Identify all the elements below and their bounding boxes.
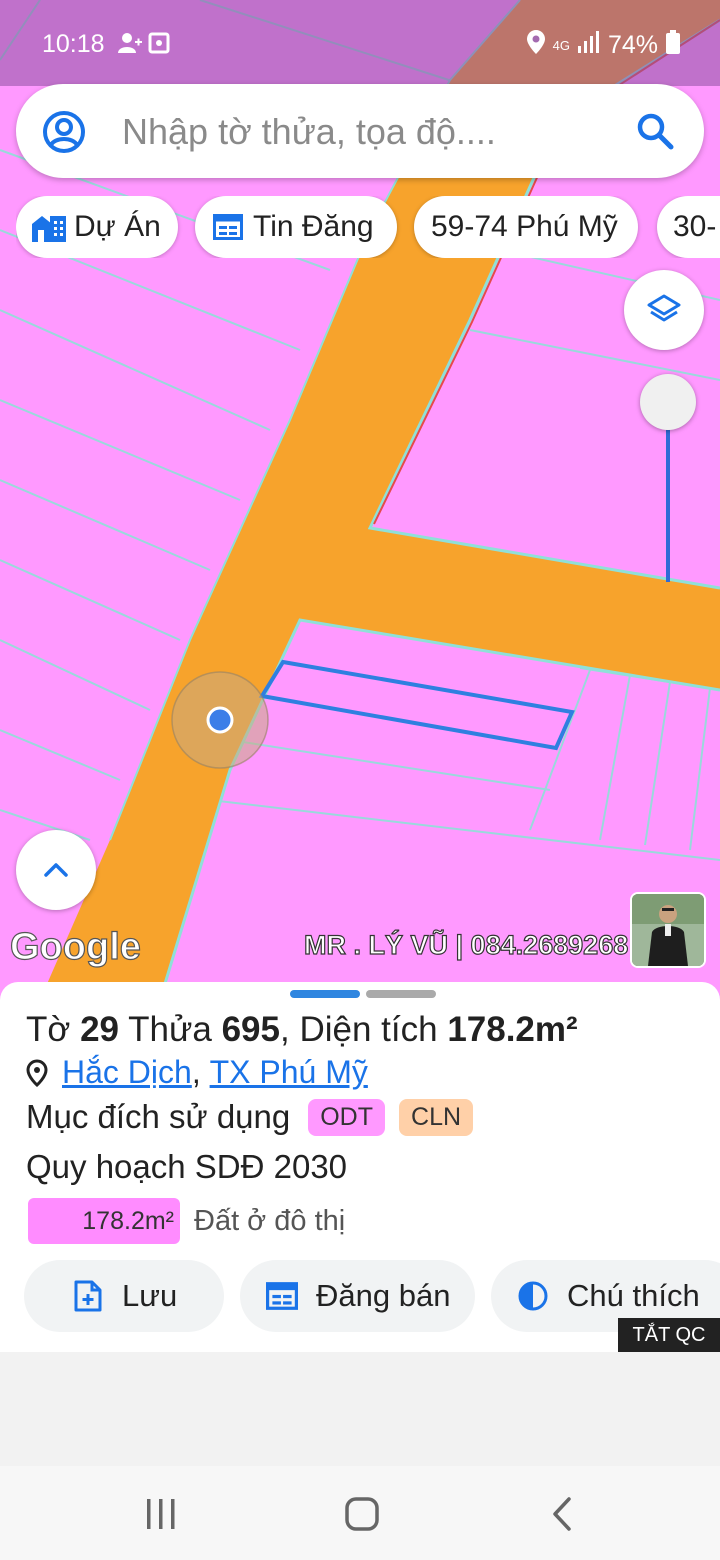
battery-icon [666,30,680,61]
listing-icon [266,1282,298,1310]
battery-percent: 74% [607,31,658,59]
town-link[interactable]: TX Phú Mỹ [210,1054,368,1091]
building-icon [32,212,66,242]
location-pin-icon [526,30,545,61]
search-icon[interactable] [636,112,674,155]
status-time: 10:18 [42,30,105,58]
chip-du-an[interactable]: Dự Án [16,196,178,258]
contrast-icon [517,1280,549,1312]
screenshot-icon [148,32,170,61]
land-use-tag-cln: CLN [399,1098,474,1136]
plot-number: 695 [221,1010,280,1049]
turn-off-ads-button[interactable]: TẮT QC [618,1318,720,1352]
opacity-slider-track[interactable] [666,430,670,582]
search-input[interactable] [120,104,624,160]
parcel-location: Hắc Dịch, TX Phú Mỹ [26,1054,368,1091]
google-logo: Google [9,925,141,968]
land-use-purpose: Mục đích sử dụng ODT CLN [26,1098,474,1136]
signal-icon [577,31,600,60]
chip-30[interactable]: 30- [657,196,720,258]
sheet-number: 29 [80,1010,120,1049]
opacity-slider-handle[interactable] [640,374,696,430]
parcel-info-sheet: Tờ 29 Thửa 695, Diện tích 178.2m² Hắc Dị… [0,982,720,1352]
planning-area-row: 178.2m² Đất ở đô thị [28,1198,345,1244]
planning-land-type: Đất ở đô thị [194,1204,346,1237]
layers-button[interactable] [624,270,704,350]
listing-icon [213,214,243,240]
sheet-handle[interactable] [290,990,436,998]
planning-title: Quy hoạch SDĐ 2030 [26,1148,348,1185]
parcel-title: Tờ 29 Thửa 695, Diện tích 178.2m² [26,1010,578,1049]
map-watermark: MR . LÝ VŨ | 084.2689268 [303,929,629,960]
chip-label: 59-74 Phú Mỹ [431,210,618,243]
chip-tin-dang[interactable]: Tin Đăng [195,196,397,258]
network-type: 4G [552,38,570,53]
chip-label: Tin Đăng [253,210,374,243]
save-button[interactable]: Lưu [24,1260,224,1332]
save-file-icon [74,1280,102,1312]
home-icon[interactable] [344,1496,380,1532]
action-row: Lưu Đăng bán Chú thích [24,1260,720,1332]
account-icon[interactable] [42,110,86,159]
person-add-icon [118,32,142,61]
ward-link[interactable]: Hắc Dịch [62,1054,192,1091]
back-icon[interactable] [552,1496,572,1532]
recent-apps-icon[interactable] [146,1498,176,1530]
my-location-dot [206,706,234,734]
system-nav-bar [0,1466,720,1560]
layers-icon [646,292,682,328]
land-use-tag-odt: ODT [308,1098,386,1136]
chip-label: 30- [673,210,717,243]
search-bar[interactable] [16,84,704,178]
chip-label: Dự Án [74,210,161,243]
chevron-up-icon [43,862,69,878]
status-bar: 10:18 4G 74% [0,0,720,86]
chip-row: Dự Án Tin Đăng 59-74 Phú Mỹ 30- [16,196,720,258]
avatar[interactable] [632,894,704,966]
planning-area-value: 178.2m² [28,1198,180,1244]
post-for-sale-button[interactable]: Đăng bán [240,1260,475,1332]
location-pin-icon [26,1058,48,1087]
expand-up-button[interactable] [16,830,96,910]
parcel-area: 178.2m² [447,1010,578,1049]
chip-59-74-phu-my[interactable]: 59-74 Phú Mỹ [414,196,638,258]
